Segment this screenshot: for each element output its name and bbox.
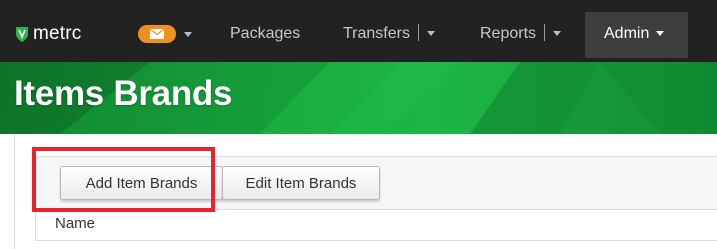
page-title: Items Brands	[14, 74, 233, 113]
chevron-down-icon[interactable]	[553, 31, 562, 36]
column-header-name[interactable]: Name	[55, 215, 95, 232]
nav-reports[interactable]: Reports	[480, 23, 562, 45]
brand-text: metrc	[33, 23, 82, 44]
nav-admin-label: Admin	[604, 25, 650, 42]
grid-header: Name	[35, 208, 717, 241]
edit-item-brands-button[interactable]: Edit Item Brands	[222, 166, 380, 200]
nav-packages[interactable]: Packages	[230, 23, 300, 45]
envelope-icon	[150, 29, 164, 39]
messages-caret-icon[interactable]	[184, 32, 192, 37]
top-navbar: metrc Packages Transfers Reports Admin	[0, 0, 717, 62]
leaf-icon	[16, 27, 28, 42]
metrc-logo[interactable]: metrc	[14, 22, 82, 46]
nav-divider	[417, 24, 419, 41]
nav-transfers[interactable]: Transfers	[343, 23, 435, 45]
chevron-down-icon[interactable]	[426, 31, 435, 36]
nav-divider	[544, 24, 546, 41]
nav-transfers-label: Transfers	[343, 25, 410, 42]
nav-admin[interactable]: Admin	[604, 23, 665, 45]
highlight-box	[32, 147, 215, 212]
nav-reports-label: Reports	[480, 25, 537, 42]
messages-button[interactable]	[138, 25, 176, 43]
page-header-banner: Items Brands	[0, 62, 717, 134]
chevron-down-icon	[656, 31, 665, 36]
nav-packages-label: Packages	[230, 25, 301, 42]
